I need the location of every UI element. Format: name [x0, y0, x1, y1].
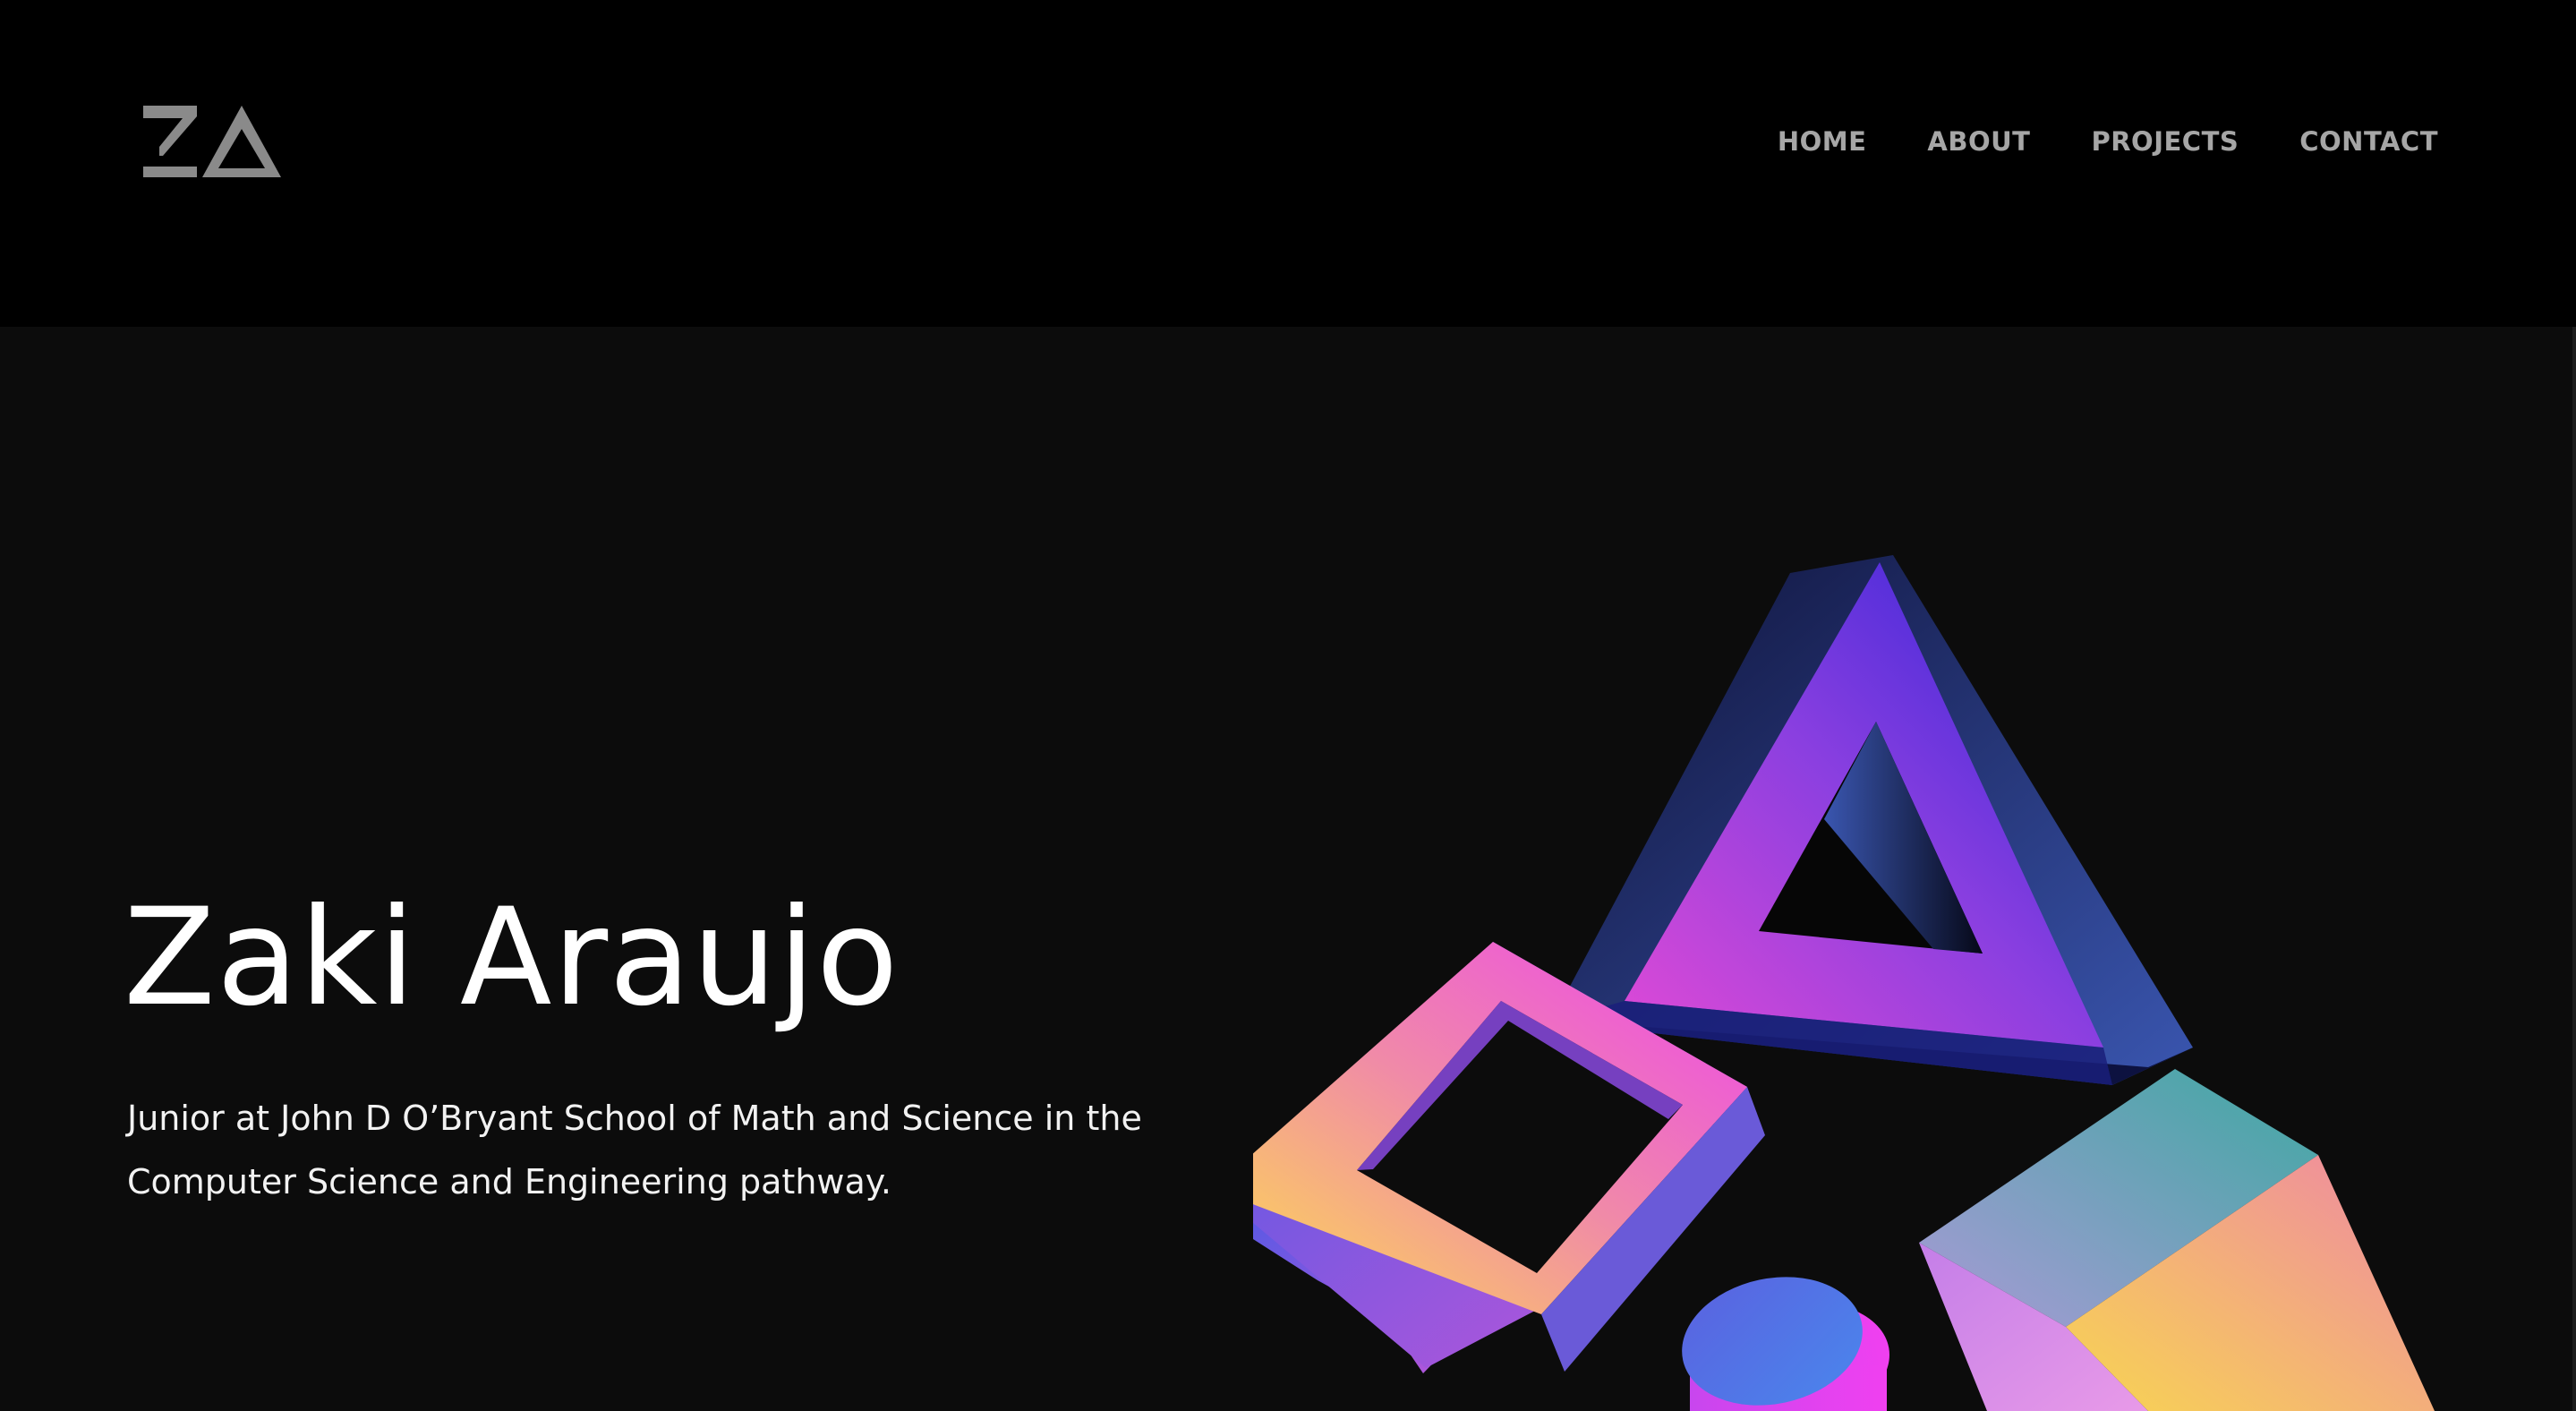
site-header: HOME ABOUT PROJECTS CONTACT — [0, 0, 2576, 327]
nav-contact[interactable]: CONTACT — [2299, 125, 2438, 158]
nav-about[interactable]: ABOUT — [1927, 125, 2030, 158]
za-logo[interactable] — [141, 104, 281, 179]
nav-home[interactable]: HOME — [1778, 125, 1867, 158]
main-nav: HOME ABOUT PROJECTS CONTACT — [1717, 125, 2438, 158]
hero-subtitle: Junior at John D O’Bryant School of Math… — [127, 1099, 1142, 1201]
cube-shape — [1919, 1069, 2435, 1411]
hero-3d-shapes-illustration — [1253, 555, 2435, 1411]
hero-title: Zaki Araujo — [124, 880, 900, 1036]
cylinder-shape — [1682, 1277, 1889, 1411]
right-edge-line — [2572, 327, 2576, 1411]
nav-projects[interactable]: PROJECTS — [2091, 125, 2239, 158]
triangle-shape — [1551, 555, 2193, 1085]
